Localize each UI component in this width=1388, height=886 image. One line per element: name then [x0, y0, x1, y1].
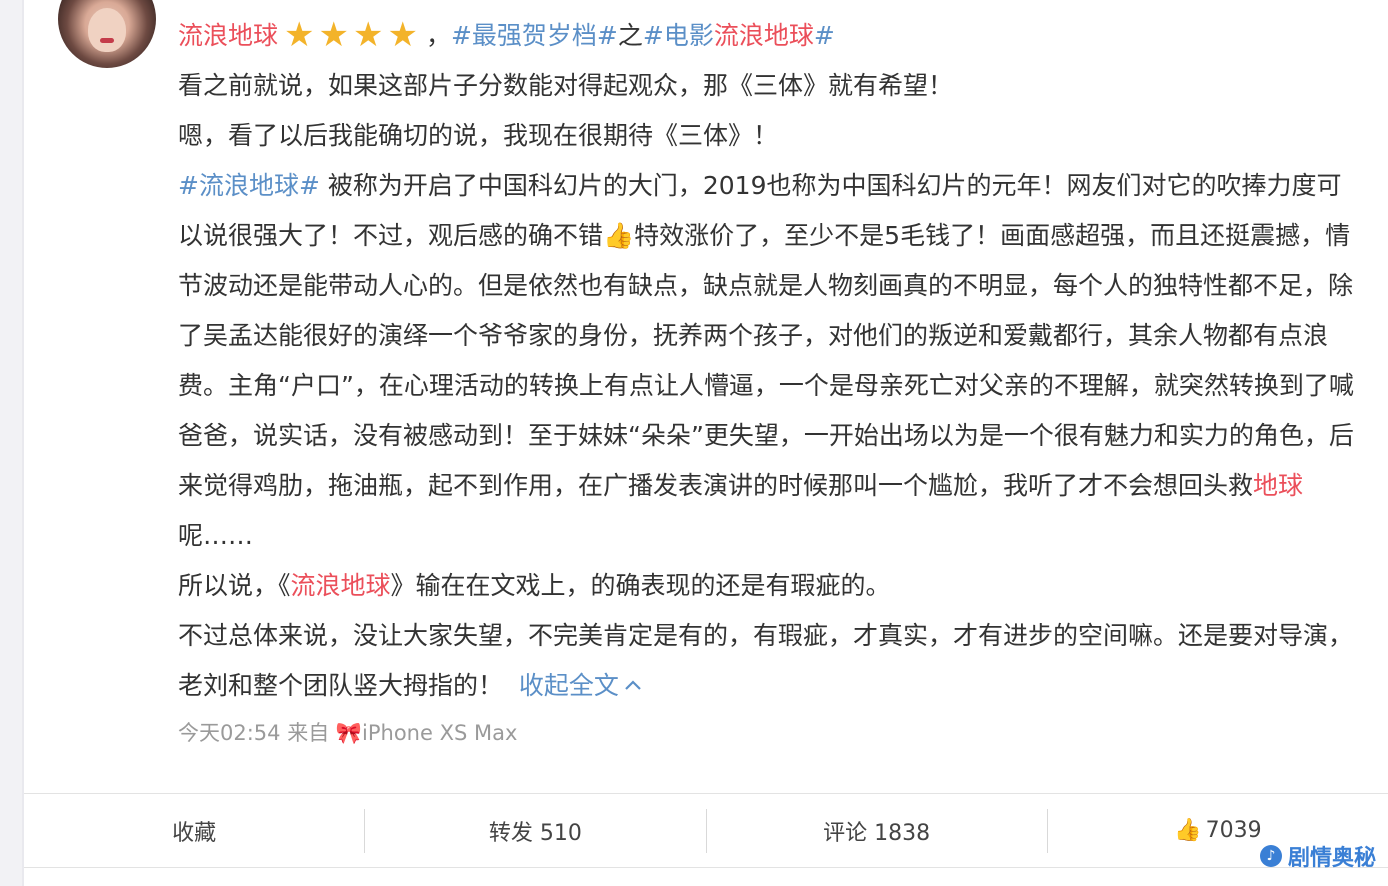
watermark: ♪ 剧情奥秘 [1259, 840, 1376, 872]
avatar-lip [100, 38, 114, 43]
body-paragraph-4: 所以说，《流浪地球》输在在文戏上，的确表现的还是有瑕疵的。 [178, 561, 1358, 611]
body-line-1: 看之前就说，如果这部片子分数能对得起观众，那《三体》就有希望！ [178, 71, 954, 100]
chevron-up-icon [619, 671, 643, 700]
p3-keyword: 地球 [1253, 471, 1304, 500]
repost-label: 转发 510 [488, 820, 582, 846]
header-comma: ， [425, 21, 451, 50]
topic-link-2[interactable]: #电影流浪地球# [643, 21, 835, 50]
body-line-2: 嗯，看了以后我能确切的说，我现在很期待《三体》！ [178, 121, 779, 150]
post-meta: 今天02:54 来自 🎀iPhone XS Max [178, 716, 517, 750]
username[interactable]: 流浪地球 [178, 21, 278, 50]
topic-link-1[interactable]: #最强贺岁档# [451, 21, 618, 50]
bow-icon: 🎀 [335, 721, 363, 745]
topic2-name: 流浪地球 [713, 21, 814, 50]
post-header: 流浪地球 ★★★★ ，#最强贺岁档#之#电影流浪地球# [178, 10, 1358, 61]
thumbs-up-icon: 👍 [1174, 818, 1202, 843]
post-device[interactable]: iPhone XS Max [362, 721, 517, 745]
collapse-label: 收起全文 [518, 671, 619, 700]
rating-stars: ★★★★ [284, 15, 422, 55]
p3-text-c: 呢…… [178, 521, 254, 550]
comment-label: 评论 1838 [823, 820, 931, 846]
repost-button[interactable]: 转发 510 [365, 794, 705, 867]
p4-keyword: 流浪地球 [290, 571, 391, 600]
favorite-label: 收藏 [172, 820, 217, 846]
collapse-link[interactable]: 收起全文 [519, 671, 643, 700]
watermark-text: 剧情奥秘 [1287, 846, 1376, 871]
p3-text-b: 特效涨价了，至少不是5毛钱了！画面感超强，而且还挺震撼，情节波动还是能带动人心的… [178, 221, 1354, 500]
post-content: 流浪地球 ★★★★ ，#最强贺岁档#之#电影流浪地球# 看之前就说，如果这部片子分数… [178, 10, 1358, 711]
p4-text-a: 所以说，《 [178, 571, 291, 600]
comment-button[interactable]: 评论 1838 [707, 794, 1047, 867]
p4-text-b: 》输在在文戏上，的确表现的还是有瑕疵的。 [390, 571, 891, 600]
body-paragraph-3: #流浪地球# 被称为开启了中国科幻片的大门，2019也称为中国科幻片的元年！网友… [178, 161, 1358, 561]
p5-text: 不过总体来说，没让大家失望，不完美肯定是有的，有瑕疵，才真实，才有进步的空间嘛。… [178, 621, 1354, 700]
topic2-suffix: # [813, 21, 835, 50]
topic-link-3[interactable]: #流浪地球# [178, 171, 320, 200]
favorite-button[interactable]: 收藏 [24, 794, 364, 867]
topic2-prefix: #电影 [642, 21, 714, 50]
audio-logo-icon: ♪ [1259, 845, 1282, 867]
action-bar: 收藏 转发 510 评论 1838 👍 7039 [24, 793, 1388, 868]
avatar-face [88, 8, 126, 52]
post-time: 今天02:54 来自 [178, 721, 336, 745]
like-count: 7039 [1205, 818, 1262, 843]
body-paragraph-5: 不过总体来说，没让大家失望，不完美肯定是有的，有瑕疵，才真实，才有进步的空间嘛。… [178, 611, 1358, 711]
header-zhi: 之 [617, 21, 643, 50]
thumbs-up-emoji: 👍 [603, 221, 635, 250]
